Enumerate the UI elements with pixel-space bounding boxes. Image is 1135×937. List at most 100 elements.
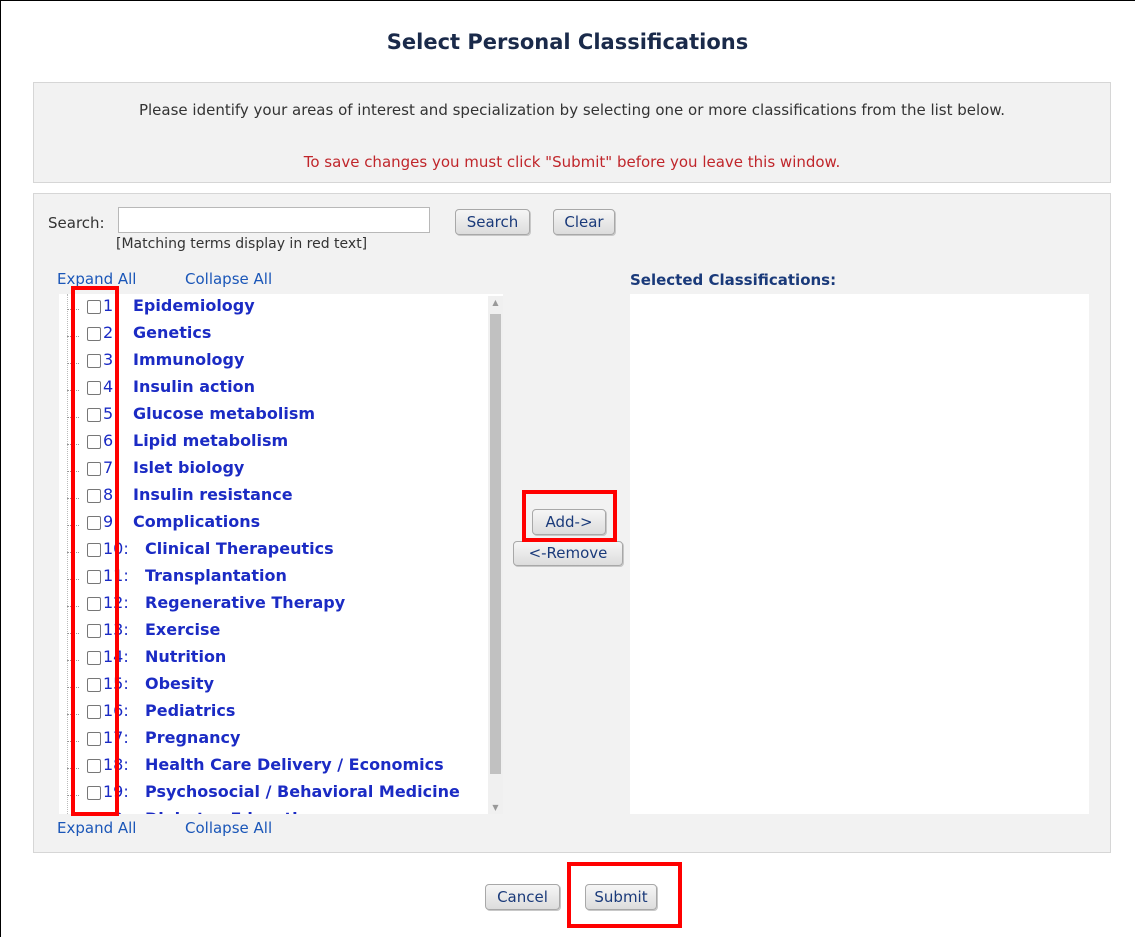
classification-name[interactable]: Regenerative Therapy: [145, 593, 345, 612]
classification-checkbox[interactable]: [87, 327, 101, 341]
expand-all-link-top[interactable]: Expand All: [57, 270, 136, 288]
classification-item[interactable]: 3: Immunology: [59, 350, 499, 377]
classification-name[interactable]: Pregnancy: [145, 728, 240, 747]
classification-checkbox[interactable]: [87, 570, 101, 584]
classification-number: 9:: [103, 512, 119, 531]
collapse-all-link-top[interactable]: Collapse All: [185, 270, 272, 288]
classification-item[interactable]: 10: Clinical Therapeutics: [59, 539, 499, 566]
classification-item[interactable]: 9: Complications: [59, 512, 499, 539]
tree-branch-line: [67, 471, 79, 472]
search-button[interactable]: Search: [455, 209, 530, 235]
tree-branch-line: [67, 498, 79, 499]
classification-item[interactable]: 17: Pregnancy: [59, 728, 499, 755]
classification-item[interactable]: 11: Transplantation: [59, 566, 499, 593]
classification-item[interactable]: 4: Insulin action: [59, 377, 499, 404]
tree-branch-line: [67, 309, 79, 310]
classification-number: 10:: [103, 539, 129, 558]
classification-item[interactable]: 16: Pediatrics: [59, 701, 499, 728]
classification-name[interactable]: Obesity: [145, 674, 214, 693]
remove-button[interactable]: <-Remove: [513, 541, 623, 566]
classification-name[interactable]: Psychosocial / Behavioral Medicine: [145, 782, 460, 801]
classification-checkbox[interactable]: [87, 813, 101, 814]
classification-number: 17:: [103, 728, 129, 747]
classification-item[interactable]: 6: Lipid metabolism: [59, 431, 499, 458]
classification-name[interactable]: Nutrition: [145, 647, 226, 666]
submit-button[interactable]: Submit: [585, 884, 657, 910]
classification-item[interactable]: 1: Epidemiology: [59, 296, 499, 323]
classification-item[interactable]: 18: Health Care Delivery / Economics: [59, 755, 499, 782]
classification-name[interactable]: Exercise: [145, 620, 220, 639]
selected-classifications-list[interactable]: [630, 294, 1089, 814]
classification-checkbox[interactable]: [87, 651, 101, 665]
classification-name[interactable]: Islet biology: [133, 458, 244, 477]
classification-item[interactable]: 12: Regenerative Therapy: [59, 593, 499, 620]
tree-branch-line: [67, 336, 79, 337]
classification-item[interactable]: 8: Insulin resistance: [59, 485, 499, 512]
classification-checkbox[interactable]: [87, 705, 101, 719]
classification-item[interactable]: 19: Psychosocial / Behavioral Medicine: [59, 782, 499, 809]
classification-checkbox[interactable]: [87, 300, 101, 314]
expand-all-link-bottom[interactable]: Expand All: [57, 819, 136, 837]
classification-checkbox[interactable]: [87, 462, 101, 476]
classification-item[interactable]: 13: Exercise: [59, 620, 499, 647]
classification-item[interactable]: 20: Diabetes Education: [59, 809, 499, 814]
scroll-up-arrow-icon[interactable]: ▲: [488, 298, 503, 307]
tree-branch-line: [67, 444, 79, 445]
classification-checkbox[interactable]: [87, 759, 101, 773]
classification-tree[interactable]: 1: Epidemiology 2: Genetics 3: Immunology 4: In…: [59, 294, 503, 814]
window-border-top: [0, 0, 1135, 1]
classification-name[interactable]: Genetics: [133, 323, 211, 342]
classification-name[interactable]: Clinical Therapeutics: [145, 539, 334, 558]
tree-branch-line: [67, 687, 79, 688]
classification-number: 13:: [103, 620, 129, 639]
tree-branch-line: [67, 795, 79, 796]
tree-branch-line: [67, 552, 79, 553]
classification-checkbox[interactable]: [87, 381, 101, 395]
classification-name[interactable]: Diabetes Education: [145, 809, 320, 814]
classification-name[interactable]: Epidemiology: [133, 296, 255, 315]
classification-name[interactable]: Transplantation: [145, 566, 287, 585]
collapse-all-link-bottom[interactable]: Collapse All: [185, 819, 272, 837]
classification-item[interactable]: 14: Nutrition: [59, 647, 499, 674]
scroll-down-arrow-icon[interactable]: ▼: [488, 803, 503, 812]
classification-number: 8:: [103, 485, 119, 504]
classification-number: 18:: [103, 755, 129, 774]
instruction-text: Please identify your areas of interest a…: [138, 101, 1006, 119]
classification-checkbox[interactable]: [87, 435, 101, 449]
classification-item[interactable]: 2: Genetics: [59, 323, 499, 350]
clear-button[interactable]: Clear: [553, 209, 615, 235]
classification-number: 6:: [103, 431, 119, 450]
search-input[interactable]: [118, 207, 430, 233]
tree-branch-line: [67, 363, 79, 364]
classification-checkbox[interactable]: [87, 678, 101, 692]
classification-checkbox[interactable]: [87, 624, 101, 638]
scroll-thumb[interactable]: [490, 314, 501, 774]
classification-name[interactable]: Pediatrics: [145, 701, 235, 720]
classification-item[interactable]: 15: Obesity: [59, 674, 499, 701]
classification-item[interactable]: 7: Islet biology: [59, 458, 499, 485]
tree-branch-line: [67, 660, 79, 661]
classification-name[interactable]: Immunology: [133, 350, 244, 369]
classification-checkbox[interactable]: [87, 597, 101, 611]
classification-number: 19:: [103, 782, 129, 801]
classification-name[interactable]: Lipid metabolism: [133, 431, 288, 450]
classification-name[interactable]: Insulin resistance: [133, 485, 293, 504]
classification-checkbox[interactable]: [87, 354, 101, 368]
window-border-left: [0, 0, 1, 937]
classification-name[interactable]: Insulin action: [133, 377, 255, 396]
classification-number: 20:: [103, 809, 129, 814]
tree-branch-line: [67, 606, 79, 607]
classification-checkbox[interactable]: [87, 543, 101, 557]
classification-checkbox[interactable]: [87, 786, 101, 800]
classification-checkbox[interactable]: [87, 408, 101, 422]
classification-name[interactable]: Health Care Delivery / Economics: [145, 755, 444, 774]
tree-scrollbar[interactable]: ▲ ▼: [488, 296, 503, 814]
classification-item[interactable]: 5: Glucose metabolism: [59, 404, 499, 431]
classification-checkbox[interactable]: [87, 732, 101, 746]
classification-checkbox[interactable]: [87, 489, 101, 503]
classification-name[interactable]: Glucose metabolism: [133, 404, 315, 423]
classification-name[interactable]: Complications: [133, 512, 260, 531]
cancel-button[interactable]: Cancel: [485, 884, 560, 910]
add-button[interactable]: Add->: [532, 509, 606, 535]
classification-checkbox[interactable]: [87, 516, 101, 530]
